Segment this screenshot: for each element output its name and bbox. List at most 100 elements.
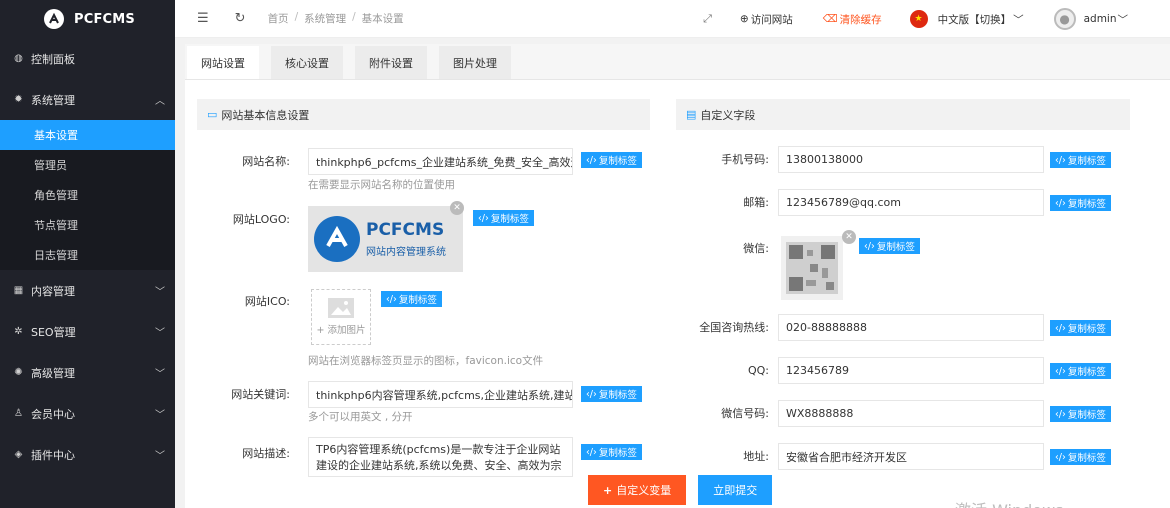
- seo-icon: ✲: [14, 326, 23, 337]
- site-keywords-label: 网站关键词:: [231, 388, 290, 401]
- gear-icon: ✹: [14, 94, 23, 105]
- globe-icon: ⊕: [739, 13, 749, 25]
- copy-tag-button[interactable]: ‹/› 复制标签: [1050, 449, 1111, 465]
- copy-tag-label: 复制标签: [1067, 410, 1106, 421]
- site-name-input[interactable]: thinkphp6_pcfcms_企业建站系统_免费_安全_高效运行: [308, 148, 573, 175]
- custom-variable-label: 自定义变量: [616, 484, 672, 497]
- copy-tag-button[interactable]: ‹/› 复制标签: [1050, 320, 1111, 336]
- breadcrumb-home[interactable]: 首页: [268, 11, 289, 26]
- site-description-row: 网站描述: TP6内容管理系统(pcfcms)是一款专注于企业网站建设的企业建站…: [185, 437, 642, 477]
- phone-input[interactable]: 13800138000: [778, 146, 1044, 173]
- tab-core-settings[interactable]: 核心设置: [271, 46, 343, 79]
- site-logo-preview[interactable]: PCFCMS 网站内容管理系统: [308, 206, 463, 272]
- remove-qrcode-icon[interactable]: ✕: [842, 230, 856, 244]
- copy-tag-button[interactable]: ‹/› 复制标签: [581, 386, 642, 402]
- form-actions: + 自定义变量 立即提交: [588, 475, 773, 505]
- sidebar-item-seo[interactable]: ✲ SEO管理 ﹀: [0, 311, 175, 352]
- copy-tag-label: 复制标签: [598, 390, 637, 401]
- tab-site-settings[interactable]: 网站设置: [187, 46, 259, 79]
- copy-tag-label: 复制标签: [490, 214, 529, 225]
- sidebar-subitem-basic-settings[interactable]: 基本设置: [0, 120, 175, 150]
- language-switch[interactable]: 中文版【切换】 ﹀: [938, 12, 1024, 27]
- copy-tag-button[interactable]: ‹/› 复制标签: [473, 210, 534, 226]
- site-keywords-row: 网站关键词: thinkphp6内容管理系统,pcfcms,企业建站系统,建站系…: [185, 381, 642, 408]
- sidebar-subitem-roles[interactable]: 角色管理: [0, 180, 175, 210]
- chevron-down-icon: ﹀: [1117, 13, 1129, 26]
- email-row: 邮箱: 123456789@qq.com ‹/› 复制标签: [676, 189, 1111, 216]
- copy-tag-button[interactable]: ‹/› 复制标签: [1050, 363, 1111, 379]
- submit-button[interactable]: 立即提交: [698, 475, 773, 505]
- user-menu[interactable]: admin ﹀: [1084, 12, 1128, 27]
- site-keywords-input[interactable]: thinkphp6内容管理系统,pcfcms,企业建站系统,建站系统,: [308, 381, 573, 408]
- china-flag-icon: ★: [909, 10, 928, 28]
- breadcrumb-system[interactable]: 系统管理: [304, 11, 346, 26]
- tab-attachment-settings[interactable]: 附件设置: [355, 46, 427, 79]
- sidebar-item-plugins[interactable]: ◈ 插件中心 ﹀: [0, 434, 175, 475]
- hotline-input[interactable]: 020-88888888: [778, 314, 1044, 341]
- wechat-id-input[interactable]: WX8888888: [778, 400, 1044, 427]
- site-description-textarea[interactable]: TP6内容管理系统(pcfcms)是一款专注于企业网站建设的企业建站系统,系统以…: [308, 437, 573, 477]
- qq-input[interactable]: 123456789: [778, 357, 1044, 384]
- copy-tag-button[interactable]: ‹/› 复制标签: [1050, 152, 1111, 168]
- plugin-icon: ◈: [14, 449, 23, 460]
- sidebar: PCFCMS ◍ 控制面板 ✹ 系统管理 ︿ 基本设置 管理员 角色管理 节点管…: [0, 0, 175, 508]
- sidebar-item-content[interactable]: ▦ 内容管理 ﹀: [0, 270, 175, 311]
- fullscreen-icon[interactable]: ⤢: [703, 12, 712, 26]
- copy-tag-button[interactable]: ‹/› 复制标签: [859, 238, 920, 254]
- copy-tag-label: 复制标签: [1067, 324, 1106, 335]
- address-input[interactable]: 安徽省合肥市经济开发区: [778, 443, 1044, 470]
- chevron-down-icon: ﹀: [155, 451, 165, 462]
- tab-image-processing[interactable]: 图片处理: [439, 46, 511, 79]
- sidebar-subitem-logs[interactable]: 日志管理: [0, 240, 175, 270]
- code-icon: ‹/›: [386, 293, 397, 305]
- copy-tag-button[interactable]: ‹/› 复制标签: [1050, 406, 1111, 422]
- sidebar-item-label: 系统管理: [31, 93, 75, 107]
- email-input[interactable]: 123456789@qq.com: [778, 189, 1044, 216]
- copy-tag-label: 复制标签: [1067, 367, 1106, 378]
- menu-toggle-icon[interactable]: ☰: [197, 11, 209, 26]
- plus-icon: +: [603, 483, 613, 497]
- chevron-down-icon: ﹀: [155, 287, 165, 298]
- refresh-icon[interactable]: ↻: [235, 11, 246, 26]
- subitem-label: 基本设置: [34, 129, 78, 142]
- wechat-qrcode-image[interactable]: [781, 236, 843, 300]
- visit-site-link[interactable]: ⊕ 访问网站: [740, 12, 793, 27]
- site-ico-hint: 网站在浏览器标签页显示的图标，favicon.ico文件: [308, 355, 544, 367]
- sidebar-subitem-admins[interactable]: 管理员: [0, 150, 175, 180]
- code-icon: ‹/›: [1055, 197, 1066, 209]
- user-icon: ♙: [14, 408, 23, 419]
- logo[interactable]: PCFCMS: [0, 0, 175, 38]
- system-submenu: 基本设置 管理员 角色管理 节点管理 日志管理: [0, 120, 175, 270]
- copy-tag-button[interactable]: ‹/› 复制标签: [381, 291, 442, 307]
- avatar[interactable]: ●: [1053, 8, 1076, 30]
- code-icon: ‹/›: [586, 446, 597, 458]
- copy-tag-label: 复制标签: [598, 156, 637, 167]
- phone-label: 手机号码:: [721, 153, 769, 166]
- sidebar-item-system[interactable]: ✹ 系统管理 ︿: [0, 79, 175, 120]
- left-panel-header: ▭ 网站基本信息设置: [197, 99, 650, 130]
- top-right-toolbar: ⤢ ⊕ 访问网站 ⌫ 清除缓存 ★ 中文版【切换】 ﹀ ● admin ﹀: [703, 0, 1170, 38]
- windows-activation-watermark: 激活 Windows: [955, 497, 1064, 508]
- visit-site-label: 访问网站: [750, 13, 793, 26]
- code-icon: ‹/›: [1055, 408, 1066, 420]
- phone-row: 手机号码: 13800138000 ‹/› 复制标签: [676, 146, 1111, 173]
- copy-tag-button[interactable]: ‹/› 复制标签: [1050, 195, 1111, 211]
- breadcrumb-separator: /: [294, 11, 299, 23]
- remove-logo-icon[interactable]: ✕: [450, 201, 464, 215]
- copy-tag-button[interactable]: ‹/› 复制标签: [581, 444, 642, 460]
- custom-variable-button[interactable]: + 自定义变量: [588, 475, 687, 505]
- username: admin: [1083, 13, 1117, 25]
- sidebar-subitem-nodes[interactable]: 节点管理: [0, 210, 175, 240]
- sidebar-item-members[interactable]: ♙ 会员中心 ﹀: [0, 393, 175, 434]
- top-bar: ☰ ↻ 首页 / 系统管理 / 基本设置 ⤢ ⊕ 访问网站 ⌫ 清除缓存 ★ 中…: [175, 0, 1170, 38]
- breadcrumb-separator: /: [352, 11, 356, 23]
- image-placeholder-icon: [328, 298, 354, 318]
- site-name-label: 网站名称:: [242, 155, 290, 168]
- clear-cache-link[interactable]: ⌫ 清除缓存: [823, 12, 882, 27]
- copy-tag-button[interactable]: ‹/› 复制标签: [581, 152, 642, 168]
- document-icon: ▤: [686, 108, 697, 121]
- sidebar-item-dashboard[interactable]: ◍ 控制面板: [0, 38, 175, 79]
- copy-tag-label: 复制标签: [598, 448, 637, 459]
- sidebar-item-advanced[interactable]: ✺ 高级管理 ﹀: [0, 352, 175, 393]
- add-ico-upload[interactable]: + 添加图片: [311, 289, 371, 345]
